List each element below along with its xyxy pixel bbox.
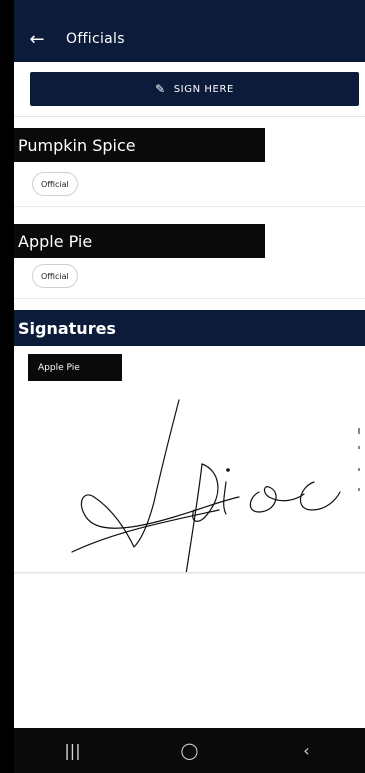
home-icon: ◯: [180, 741, 199, 760]
app-screen: ← Officials ✎ SIGN HERE Pumpkin Spice Of…: [14, 0, 365, 773]
device-bezel-left: [0, 0, 14, 773]
official-name: Apple Pie: [14, 224, 265, 258]
official-role-chip: Official: [32, 264, 78, 288]
back-button[interactable]: ←: [22, 16, 52, 62]
signature-image: [71, 399, 360, 572]
system-nav-bar: ||| ◯ ‹: [14, 728, 365, 773]
official-role-chip: Official: [32, 172, 78, 196]
home-button[interactable]: ◯: [160, 728, 220, 773]
signature-card[interactable]: Apple Pie: [14, 346, 365, 573]
app-bar: ← Officials: [14, 16, 365, 62]
pen-icon: ✎: [155, 82, 166, 96]
arrow-left-icon: ←: [29, 28, 45, 50]
official-card[interactable]: Apple Pie Official: [14, 222, 365, 299]
signatures-header: Signatures: [14, 310, 365, 346]
page-title: Officials: [66, 31, 125, 47]
sign-here-button[interactable]: ✎ SIGN HERE: [30, 72, 359, 106]
status-bar: [14, 0, 365, 16]
signature-owner-label: Apple Pie: [28, 354, 122, 381]
recent-apps-button[interactable]: |||: [43, 728, 103, 773]
back-chevron-icon: ‹: [303, 741, 310, 760]
official-name: Pumpkin Spice: [14, 128, 265, 162]
official-card[interactable]: Pumpkin Spice Official: [14, 126, 365, 207]
recent-apps-icon: |||: [64, 741, 81, 760]
sign-here-section: ✎ SIGN HERE: [14, 62, 365, 117]
system-back-button[interactable]: ‹: [277, 728, 337, 773]
sign-here-label: SIGN HERE: [173, 83, 234, 95]
